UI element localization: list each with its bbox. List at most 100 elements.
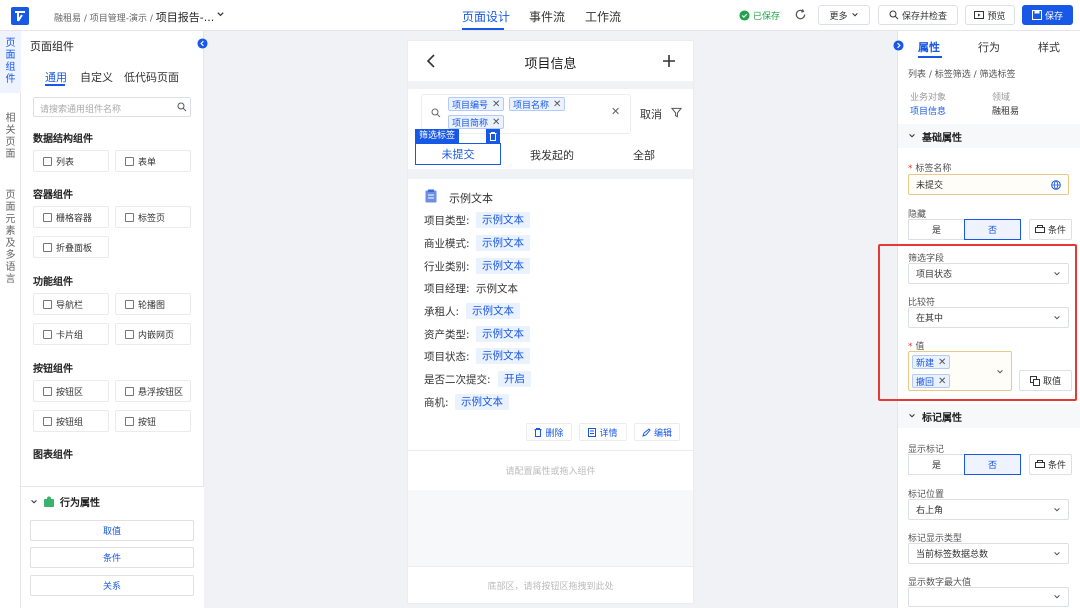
close-icon[interactable]: ✕ [553, 99, 561, 110]
tab-lowcode[interactable]: 低代码页面 [124, 69, 179, 85]
vnav-page-components[interactable]: 页面组件 [4, 38, 17, 86]
tab-properties[interactable]: 属性 [918, 39, 940, 55]
save-status-text: 已保存 [753, 11, 781, 22]
component-iframe[interactable]: 内嵌网页 [115, 323, 191, 345]
show-mark-condition-button[interactable]: 条件 [1029, 454, 1072, 475]
component-list[interactable]: 列表 [33, 150, 109, 172]
field-label: 承租人: [424, 306, 460, 318]
filter-tag[interactable]: 项目编号 ✕ [448, 97, 505, 111]
component-form[interactable]: 表单 [115, 150, 191, 172]
component-label: 表单 [138, 157, 157, 168]
detail-button[interactable]: 详情 [579, 423, 627, 441]
field-value: 示例文本 [466, 303, 520, 319]
mark-position-select[interactable]: 右上角 [908, 499, 1069, 520]
component-float-button[interactable]: 悬浮按钮区 [115, 380, 191, 402]
tab-general[interactable]: 通用 [45, 69, 67, 85]
tab-behavior[interactable]: 行为 [978, 39, 1000, 55]
condition-label: 条件 [1047, 226, 1066, 236]
save-check-button[interactable]: 保存并检查 [878, 5, 958, 25]
component-button-area[interactable]: 按钮区 [33, 380, 109, 402]
show-mark-yes-option[interactable]: 是 [908, 454, 965, 475]
filter-tag[interactable]: 项目简称 ✕ [448, 115, 505, 129]
hide-no-option[interactable]: 否 [964, 219, 1021, 240]
field-label: 商机: [424, 397, 449, 409]
hide-condition-button[interactable]: 条件 [1029, 219, 1072, 240]
search-icon[interactable] [177, 102, 187, 112]
filter-tag[interactable]: 项目名称 ✕ [509, 97, 566, 111]
behavior-value-button[interactable]: 取值 [30, 520, 194, 541]
delete-button-label: 删除 [545, 428, 564, 439]
save-button[interactable]: 保存 [1022, 5, 1073, 25]
tab-all[interactable]: 全部 [633, 147, 655, 163]
edit-icon [642, 427, 651, 437]
tab-style[interactable]: 样式 [1038, 39, 1060, 55]
detail-icon [588, 427, 597, 437]
divider [408, 169, 693, 179]
page-title: 项目信息 [524, 57, 577, 72]
vnav-related-pages[interactable]: 相关页面 [4, 113, 17, 161]
tab-unsubmitted[interactable]: 未提交 [415, 143, 501, 165]
more-button-label: 更多 [829, 11, 848, 22]
preview-button[interactable]: 预览 [965, 5, 1015, 25]
basic-properties-header[interactable]: 基础属性 [898, 124, 1080, 148]
behavior-relation-button[interactable]: 关系 [30, 575, 194, 596]
show-mark-no-option[interactable]: 否 [964, 454, 1021, 475]
tab-page-design[interactable]: 页面设计 [462, 8, 510, 25]
condition-label: 条件 [1047, 461, 1066, 471]
component-grid[interactable]: 栅格容器 [33, 206, 109, 228]
collapse-panel-icon[interactable] [197, 38, 208, 49]
tag-name-input[interactable]: 未提交 [908, 174, 1069, 195]
delete-component-button[interactable] [486, 129, 500, 143]
component-search-input[interactable]: 请搜索通用组件名称 [33, 97, 191, 117]
component-label: 按钮 [138, 417, 157, 428]
tab-event-flow[interactable]: 事件流 [529, 8, 565, 25]
tab-workflow[interactable]: 工作流 [585, 8, 621, 25]
behavior-title: 行为属性 [60, 498, 100, 509]
component-label: 导航栏 [56, 300, 84, 311]
highlight-box [878, 244, 1077, 401]
chevron-down-icon[interactable] [216, 10, 225, 19]
chevron-down-icon [1054, 507, 1060, 512]
collapse-panel-icon[interactable] [893, 40, 904, 51]
footer-drop-area[interactable]: 底部区，请将按钮区拖拽到此处 [408, 566, 693, 603]
field-label: 行业类别: [424, 261, 470, 273]
max-number-input[interactable] [908, 587, 1069, 607]
behavior-header[interactable]: 行为属性 [30, 494, 100, 509]
carousel-icon [125, 299, 134, 309]
clear-icon[interactable]: ✕ [611, 105, 620, 118]
cancel-button[interactable]: 取消 [640, 106, 662, 122]
component-tabs[interactable]: 标签页 [115, 206, 191, 228]
close-icon[interactable]: ✕ [492, 117, 500, 128]
component-collapse[interactable]: 折叠面板 [33, 236, 109, 258]
field-label: 项目经理: [424, 283, 470, 295]
tab-initiated[interactable]: 我发起的 [530, 147, 574, 163]
filter-icon[interactable] [671, 107, 682, 118]
globe-icon[interactable] [1051, 179, 1061, 190]
mark-type-select[interactable]: 当前标签数据总数 [908, 543, 1069, 564]
field-label: 项目状态: [424, 351, 470, 363]
component-carousel[interactable]: 轮播图 [115, 293, 191, 315]
refresh-icon[interactable] [794, 8, 807, 21]
edit-button[interactable]: 编辑 [634, 423, 680, 441]
vnav-page-elements[interactable]: 页面元素及多语言 [4, 190, 17, 286]
mark-position-value: 右上角 [916, 506, 944, 516]
tab-custom[interactable]: 自定义 [80, 69, 113, 85]
mark-properties-header[interactable]: 标记属性 [898, 404, 1080, 428]
component-card-group[interactable]: 卡片组 [33, 323, 109, 345]
behavior-condition-button[interactable]: 条件 [30, 547, 194, 568]
delete-button[interactable]: 删除 [526, 423, 572, 441]
biz-object-value[interactable]: 项目信息 [910, 104, 946, 117]
close-icon[interactable]: ✕ [492, 99, 500, 110]
breadcrumb-current[interactable]: 项目报告-... [156, 11, 214, 24]
more-button[interactable]: 更多 [818, 5, 870, 25]
tag-name-value: 未提交 [916, 181, 944, 191]
component-navbar[interactable]: 导航栏 [33, 293, 109, 315]
component-button-group[interactable]: 按钮组 [33, 410, 109, 432]
field-value: 示例文本 [476, 258, 530, 274]
field-value: 示例文本 [476, 326, 530, 342]
add-icon[interactable] [662, 54, 676, 68]
grid-icon [43, 212, 52, 222]
hide-yes-option[interactable]: 是 [908, 219, 965, 240]
component-button[interactable]: 按钮 [115, 410, 191, 432]
component-label: 标签页 [138, 213, 166, 224]
